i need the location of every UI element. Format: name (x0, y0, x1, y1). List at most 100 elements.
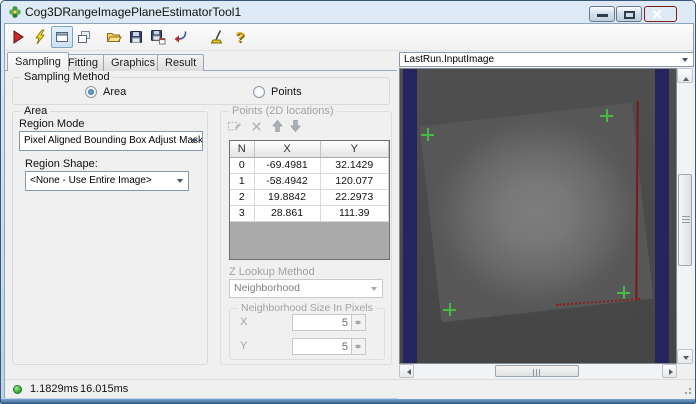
chevron-down-icon (177, 179, 183, 186)
scroll-left-button[interactable] (399, 364, 414, 378)
table-row: 2 19.8842 22.2973 (230, 189, 389, 206)
minimize-button[interactable] (589, 6, 615, 22)
table-cell: 111.39 (320, 205, 389, 222)
neighborhood-size-group: Neighborhood Size In Pixels X 5 Y 5 (229, 302, 385, 360)
open-folder-icon (106, 33, 122, 42)
points-radio[interactable] (253, 86, 265, 98)
import-reset-icon (174, 31, 187, 43)
horizontal-scroll-thumb[interactable] (495, 365, 579, 377)
point-marker-2 (617, 286, 630, 299)
y-size-label: Y (240, 340, 248, 352)
region-mode-combo[interactable]: Pixel Aligned Bounding Box Adjust Mask (19, 131, 203, 151)
probe-tool-button[interactable] (207, 26, 229, 48)
open-file-button[interactable] (103, 26, 125, 48)
sampling-tab-page: Sampling Method Area Points Area Region … (5, 71, 397, 379)
pointer-tool-icon (210, 30, 223, 44)
table-header-cell: Y (320, 141, 389, 158)
scroll-down-button[interactable] (677, 349, 693, 364)
z-lookup-combo: Neighborhood (229, 279, 383, 298)
table-row: 3 28.861 111.39 (230, 205, 389, 222)
spin-down-icon (355, 345, 361, 352)
point-marker-3 (443, 303, 456, 316)
triangle-right-icon (669, 369, 676, 375)
table-cell: -69.4981 (254, 157, 321, 174)
y-size-value: 5 (341, 341, 348, 353)
region-shape-combo[interactable]: <None - Use Entire Image> (25, 171, 189, 191)
total-time: 16.015ms (80, 383, 129, 395)
image-selector-combo[interactable]: LastRun.InputImage (399, 52, 694, 67)
triangle-up-icon (683, 74, 689, 81)
help-button[interactable]: ? (229, 26, 251, 48)
close-button[interactable] (644, 6, 677, 22)
table-cell: 22.2973 (320, 189, 389, 206)
y-size-spinner: 5 (292, 338, 366, 355)
points-group: Points (2D locations) N X Y 0 -69.4981 3… (220, 105, 392, 365)
main-toolbar: ? (5, 24, 693, 51)
tab-graphics[interactable]: Graphics (103, 54, 164, 71)
run-time: 1.1829ms (30, 383, 79, 395)
tab-sampling[interactable]: Sampling (7, 52, 69, 71)
chevron-down-icon (191, 139, 197, 146)
import-button[interactable] (169, 26, 191, 48)
region-mode-label: Region Mode (19, 118, 85, 130)
table-row: 0 -69.4981 32.1429 (230, 157, 389, 174)
spinner-buttons (351, 315, 365, 330)
app-icon (9, 6, 21, 18)
table-cell: 32.1429 (320, 157, 389, 174)
image-display-panel: LastRun.InputImage (398, 52, 695, 399)
float-window-icon (56, 32, 68, 42)
table-cell: 1 (230, 173, 255, 190)
maximize-button[interactable] (616, 6, 642, 22)
x-size-spinner: 5 (292, 314, 366, 331)
save-as-icon (151, 30, 166, 45)
area-radio[interactable] (85, 86, 97, 98)
region-shape-label: Region Shape: (25, 158, 98, 170)
triangle-left-icon (404, 369, 411, 375)
vertical-scrollbar[interactable] (677, 68, 693, 364)
help-icon: ? (235, 28, 245, 46)
range-image-left-band (403, 69, 417, 363)
points-toolbar (227, 118, 377, 136)
delete-point-icon (252, 122, 261, 131)
move-up-icon (272, 119, 283, 132)
stack-windows-button[interactable] (73, 26, 95, 48)
sampling-method-group: Sampling Method Area Points (12, 71, 390, 105)
save-as-button[interactable] (147, 26, 169, 48)
app-window: Cog3DRangeImagePlaneEstimatorTool1 ? Sam… (0, 0, 696, 404)
z-lookup-label: Z Lookup Method (229, 266, 315, 278)
spin-down-icon (355, 321, 361, 328)
save-button[interactable] (125, 26, 147, 48)
table-cell: 19.8842 (254, 189, 321, 206)
table-header-cell: N (230, 141, 255, 158)
table-cell: 2 (230, 189, 255, 206)
thumb-grip (533, 369, 541, 376)
table-header-row: NXY (230, 141, 389, 158)
region-mode-value: Pixel Aligned Bounding Box Adjust Mask (24, 135, 203, 146)
horizontal-scrollbar[interactable] (399, 364, 677, 378)
table-cell: 3 (230, 205, 255, 222)
scroll-up-button[interactable] (677, 68, 693, 83)
table-row: 1 -58.4942 120.077 (230, 173, 389, 190)
table-cell: 0 (230, 157, 255, 174)
stack-windows-icon (78, 31, 90, 43)
points-group-label: Points (2D locations) (229, 105, 337, 118)
float-window-button[interactable] (51, 26, 73, 48)
table-cell: -58.4942 (254, 173, 321, 190)
image-viewport[interactable] (399, 68, 677, 364)
run-icon (13, 30, 24, 44)
window-frame-bottom (1, 399, 695, 403)
table-header-cell: X (254, 141, 321, 158)
x-size-label: X (240, 316, 248, 328)
vertical-scroll-thumb[interactable] (678, 174, 692, 266)
points-table-body: 0 -69.4981 32.1429 1 -58.4942 120.077 2 19.8842… (230, 157, 389, 222)
title-bar[interactable]: Cog3DRangeImagePlaneEstimatorTool1 (1, 1, 695, 23)
thumb-grip (682, 216, 690, 224)
resize-grip[interactable] (682, 385, 692, 395)
status-bar: 1.1829ms 16.015ms (5, 379, 695, 398)
tab-result[interactable]: Result (157, 54, 205, 71)
run-button[interactable] (7, 26, 29, 48)
sampling-method-group-label: Sampling Method (21, 71, 113, 84)
scroll-right-button[interactable] (662, 364, 677, 378)
electric-run-button[interactable] (29, 26, 51, 48)
z-lookup-value: Neighborhood (234, 282, 300, 294)
